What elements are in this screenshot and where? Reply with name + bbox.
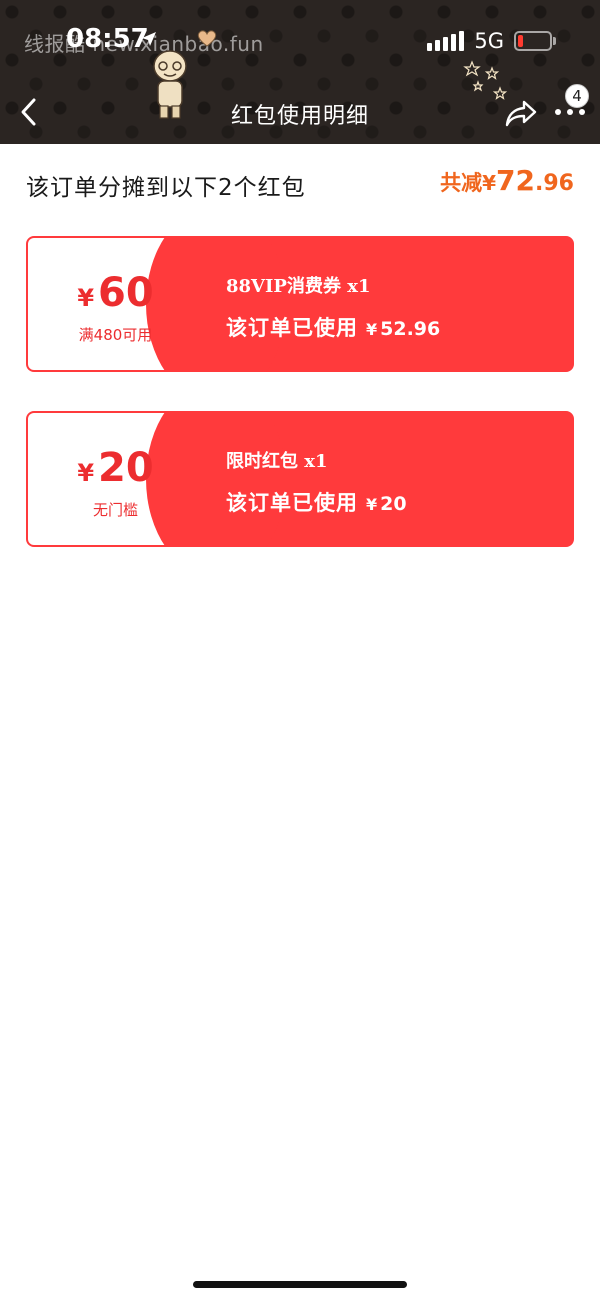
- top-header: 线报酷 new.xianbao.fun 08:57 5G 红包使用明细 4: [0, 0, 600, 144]
- total-integer: 72: [496, 164, 536, 197]
- battery-icon: [514, 31, 556, 51]
- coupon-used-label: 该订单已使用: [226, 491, 358, 515]
- coupon-used-currency: ¥: [366, 495, 378, 514]
- coupon-value: 60: [98, 270, 154, 316]
- status-time: 08:57: [66, 24, 149, 54]
- coupon-card[interactable]: ¥ 60 满480可用 88VIP消费券 x1 该订单已使用 ¥ 52.96: [26, 236, 574, 372]
- coupon-currency: ¥: [77, 284, 95, 312]
- notification-badge: 4: [565, 84, 589, 108]
- coupon-name: 限时红包 x1: [226, 451, 328, 472]
- coupon-used: 该订单已使用 ¥ 52.96: [226, 312, 440, 342]
- share-icon[interactable]: [504, 98, 538, 128]
- home-indicator[interactable]: [193, 1281, 407, 1288]
- location-arrow-icon: [142, 32, 156, 46]
- coupon-used: 该订单已使用 ¥ 20: [226, 487, 407, 517]
- coupon-used-value: 52.96: [380, 318, 441, 340]
- coupon-used-value: 20: [380, 493, 407, 515]
- coupon-card[interactable]: ¥ 20 无门槛 限时红包 x1 该订单已使用 ¥ 20: [26, 411, 574, 547]
- coupon-amount: ¥ 20: [28, 445, 203, 491]
- coupon-name: 88VIP消费券 x1: [226, 276, 371, 297]
- total-currency: ¥: [482, 171, 497, 195]
- network-type: 5G: [474, 29, 504, 53]
- summary-text: 该订单分摊到以下2个红包: [26, 175, 306, 201]
- coupon-used-currency: ¥: [366, 320, 378, 339]
- coupon-amount: ¥ 60: [28, 270, 203, 316]
- status-indicators: 5G: [427, 26, 556, 56]
- coupon-used-label: 该订单已使用: [226, 316, 358, 340]
- heart-icon: [197, 30, 217, 47]
- total-label: 共减: [440, 171, 483, 195]
- coupon-condition: 满480可用: [78, 326, 153, 344]
- coupon-value: 20: [98, 445, 154, 491]
- coupon-condition: 无门槛: [92, 501, 138, 519]
- summary-row: 该订单分摊到以下2个红包 共减 ¥ 72 .96: [0, 144, 600, 224]
- signal-icon: [427, 31, 465, 51]
- total-discount: 共减 ¥ 72 .96: [440, 164, 574, 197]
- total-decimal: .96: [535, 171, 574, 196]
- coupon-currency: ¥: [77, 459, 95, 487]
